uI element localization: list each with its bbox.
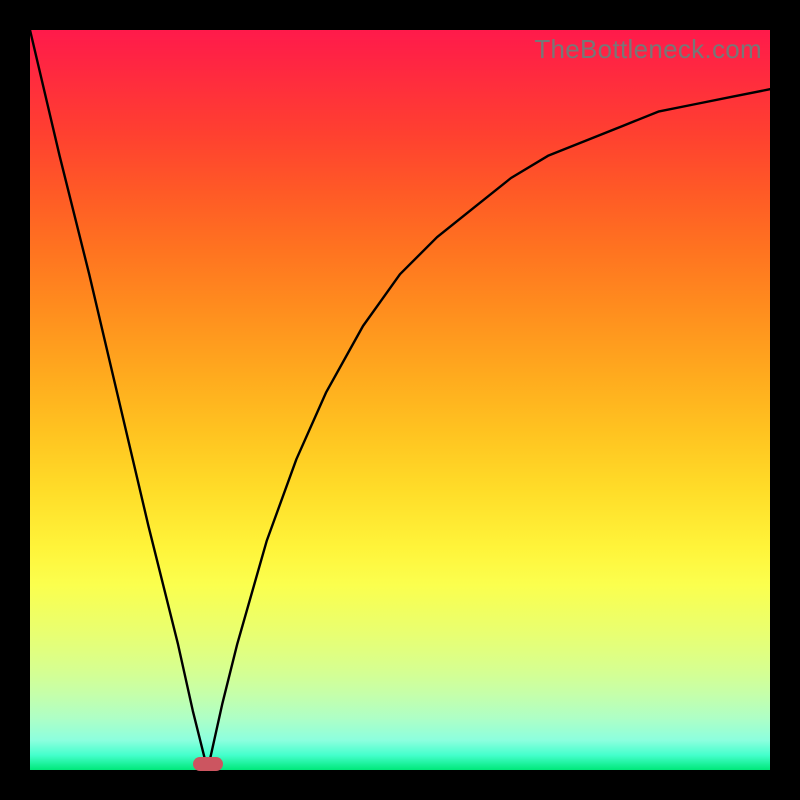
minimum-marker	[193, 757, 223, 771]
plot-area: TheBottleneck.com	[30, 30, 770, 770]
curve-path	[30, 30, 770, 770]
chart-frame: TheBottleneck.com	[0, 0, 800, 800]
bottleneck-curve	[30, 30, 770, 770]
